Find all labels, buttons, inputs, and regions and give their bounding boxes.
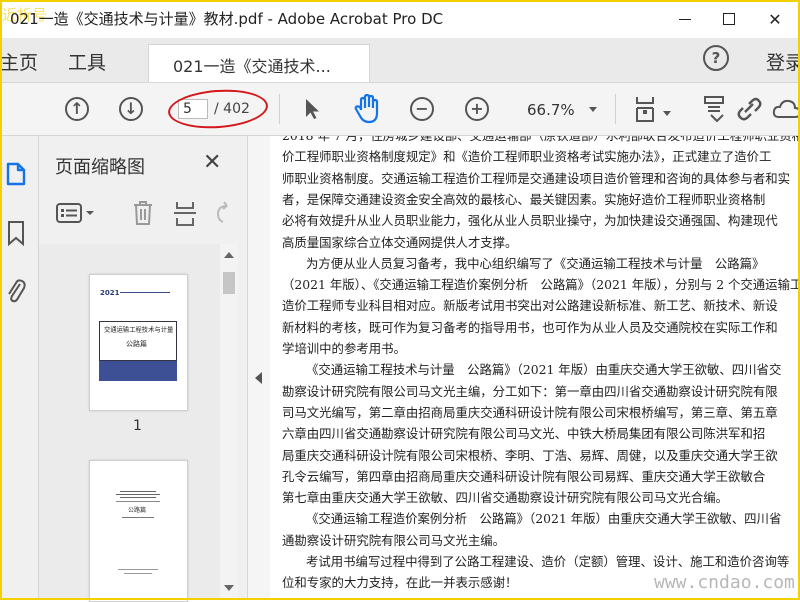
minimize-icon [679, 18, 691, 20]
next-page-button[interactable]: ↓ [116, 94, 146, 124]
delete-page-button[interactable] [129, 198, 157, 228]
extract-pages-button[interactable] [171, 198, 199, 228]
document-text-line: 《交通运输工程技术与计量 公路篇》（2021 年版）由重庆交通大学王欲敏、四川省… [306, 362, 782, 378]
previous-page-button[interactable]: ↑ [62, 94, 92, 124]
bookmarks-rail-button[interactable] [6, 220, 26, 247]
close-icon: ✕ [768, 9, 782, 29]
scroll-down-icon[interactable] [224, 585, 234, 591]
file-icon [6, 162, 26, 186]
cursor-icon [306, 99, 319, 119]
attachments-rail-button[interactable] [6, 278, 26, 303]
document-text-line: 为方便从业人员复习备考，我中心组织编写了《交通运输工程技术与计量 公路篇》 [306, 255, 765, 271]
tab-document-label: 021一造《交通技术... [173, 57, 331, 76]
pdf-page: 2018 年 7 月，住房城乡建设部、交通运输部（原铁道部）水利部联合发布造价工… [270, 136, 800, 600]
page-display-icon [636, 97, 654, 122]
arrow-up-icon: ↑ [65, 97, 89, 121]
scroll-up-icon[interactable] [224, 252, 234, 258]
tab-tools[interactable]: 工具 [68, 48, 106, 75]
page-thumbnail[interactable]: 公路篇 [89, 460, 188, 602]
main-toolbar: ↑ ↓ − + [0, 83, 800, 136]
arrow-down-icon: ↓ [119, 97, 143, 121]
document-text-line: 孔令云编写，第四章由招商局重庆交通科研设计院有限公司易辉、重庆交通大学王欲敏合 [282, 468, 766, 484]
zoom-dropdown-chevron-icon[interactable] [589, 107, 597, 112]
document-text-line: 必将有效提升从业人员职业能力，强化从业人员职业操守，为加快建设交通强国、构建现代 [282, 213, 778, 229]
scroll-mode-button[interactable] [700, 94, 730, 124]
document-text-line: 学培训中的参考用书。 [282, 341, 406, 356]
page-display-chevron-icon[interactable] [663, 111, 671, 116]
rotate-icon [216, 201, 228, 223]
document-text-line: 勘察设计研究院有限公司马文光主编，分工如下：第一章由四川省交通勘察设计研究院有限 [282, 383, 778, 399]
share-link-button[interactable] [735, 94, 765, 124]
document-text-line: 由于水平有限，疏漏和纰误在所难免，敬请批评指正。 [306, 595, 603, 600]
zoom-in-icon: + [465, 97, 489, 121]
cloud-button[interactable] [772, 94, 800, 124]
select-tool-button[interactable] [297, 94, 327, 124]
hand-icon [354, 94, 379, 124]
login-button[interactable]: 登录 [766, 48, 800, 75]
page-display-button[interactable] [632, 94, 662, 124]
document-text-line: 新材料的考核，既可作为复习备考的指导用书，也可作为从业人员及交通院校在实际工作和 [282, 319, 778, 335]
maximize-button[interactable] [706, 0, 752, 38]
close-panel-button[interactable]: ✕ [203, 150, 221, 175]
document-text-line: 造价工程师专业科目相对应。新版考试用书突出对公路建设新标准、新工艺、新技术、新设 [282, 298, 778, 314]
zoom-out-icon: − [410, 97, 434, 121]
collapse-left-icon [255, 372, 262, 384]
help-icon[interactable]: ? [703, 45, 729, 71]
thumbnail-list: 2021 交通运输工程技术与计量 公路篇 1 公路篇 [39, 244, 220, 602]
page-thumbnails-rail-button[interactable] [6, 162, 26, 186]
thumbnails-panel: 页面缩略图 ✕ 2021 交通运输工程技术与计量 公路篇 1 公路篇 [39, 136, 247, 602]
document-text-line: 师职业资格制度。交通运输工程造价工程师是交通建设项目造价管理和咨询的具体参与者和… [282, 170, 791, 186]
tab-home[interactable]: 主页 [0, 48, 38, 75]
scrollbar-thumb[interactable] [223, 272, 235, 294]
tab-bar: 主页 工具 021一造《交通技术... ? 登录 [0, 38, 800, 83]
thumbnail-scrollbar[interactable] [220, 244, 238, 600]
close-window-button[interactable]: ✕ [752, 0, 798, 38]
bookmark-icon [8, 221, 24, 247]
document-text-line: 者，是保障交通建设资金安全高效的最核心、最关键因素。实施好造价工程师职业资格制 [282, 191, 766, 207]
tab-document[interactable]: 021一造《交通技术... [148, 44, 370, 82]
page-thumbnail[interactable]: 2021 交通运输工程技术与计量 公路篇 [89, 274, 188, 411]
zoom-level[interactable]: 66.7% [527, 101, 575, 119]
trash-icon [134, 201, 152, 225]
document-text-line: 位和专家的大力支持，在此一并表示感谢！ [282, 575, 518, 591]
document-text-line: 局重庆交通科研设计院有限公司宋根桥、李明、丁浩、易辉、周健，以及重庆交通大学王欲 [282, 447, 778, 463]
maximize-icon [723, 13, 735, 25]
collapse-panel-handle[interactable] [247, 136, 271, 600]
document-text-line: 六章由四川省交通勘察设计研究院有限公司马文光、中铁大桥局集团有限公司陈洪军和招 [282, 426, 766, 442]
link-icon [737, 97, 762, 121]
title-bar: 近析号 021一造《交通技术与计量》教材.pdf - Adobe Acrobat… [0, 0, 800, 38]
document-text-line: 高质量国家综合立体交通网提供人才支撑。 [282, 234, 518, 250]
document-text-line: 《交通运输工程造价案例分析 公路篇》（2021 年版）由重庆交通大学王欲敏、四川… [306, 511, 782, 527]
scroll-mode-icon [704, 96, 724, 123]
site-watermark: www.cndao.com [654, 572, 795, 593]
minimize-button[interactable] [662, 0, 708, 38]
toolbar-separator [279, 94, 280, 124]
window-title: 021一造《交通技术与计量》教材.pdf - Adobe Acrobat Pro… [10, 10, 444, 28]
list-options-icon [56, 203, 94, 223]
document-text-line: 司马文光编写，第二章由招商局重庆交通科研设计院有限公司宋根桥编写，第三章、第五章 [282, 404, 778, 420]
page-split-icon [174, 202, 196, 226]
thumb-cover-band [99, 361, 177, 381]
thumb-cover-box [99, 321, 177, 361]
document-text-line: 通勘察设计研究院有限公司马文光主编。 [282, 532, 506, 548]
thumbnail-label: 1 [133, 418, 142, 434]
paperclip-icon [8, 279, 26, 303]
rotate-page-button[interactable] [209, 198, 237, 228]
thumb-year: 2021 [100, 289, 120, 297]
document-text-line: （2021 年版）、《交通运输工程造价案例分析 公路篇》（2021 年版），分别… [282, 277, 800, 293]
document-text-line: 2018 年 7 月，住房城乡建设部、交通运输部（原铁道部）水利部联合发布造价工… [282, 136, 800, 144]
zoom-in-button[interactable]: + [462, 94, 492, 124]
thumbnail-options-button[interactable] [55, 198, 99, 228]
panel-title: 页面缩略图 [55, 157, 145, 178]
document-text-line: 第七章由重庆交通大学王欲敏、四川省交通勘察设计研究院有限公司马文光合编。 [282, 490, 729, 506]
left-rail [0, 136, 39, 600]
toolbar-separator [615, 94, 616, 124]
hand-tool-button[interactable] [352, 94, 382, 124]
document-text-line: 考试用书编写过程中得到了公路工程建设、造价（定额）管理、设计、施工和造价咨询等 [306, 554, 790, 569]
zoom-out-button[interactable]: − [407, 94, 437, 124]
document-text-line: 价工程师职业资格制度规定》和《造价工程师职业资格考试实施办法》，正式建立了造价工 [282, 149, 772, 165]
cloud-icon [772, 99, 800, 118]
document-view[interactable]: 2018 年 7 月，住房城乡建设部、交通运输部（原铁道部）水利部联合发布造价工… [270, 136, 800, 600]
thumb-subtitle: 公路篇 [128, 507, 147, 514]
